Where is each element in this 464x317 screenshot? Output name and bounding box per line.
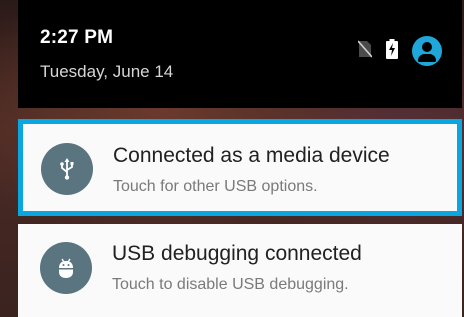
notification-usb-debugging[interactable]: USB debugging connected Touch to disable… bbox=[18, 224, 462, 317]
notification-shade-header: 2:27 PM Tuesday, June 14 bbox=[18, 0, 462, 108]
battery-charging-icon bbox=[386, 38, 398, 64]
status-icons bbox=[344, 34, 442, 68]
usb-icon bbox=[41, 143, 93, 195]
notification-usb-media[interactable]: Connected as a media device Touch for ot… bbox=[18, 119, 462, 216]
clock-time: 2:27 PM bbox=[40, 27, 114, 48]
notification-title: USB debugging connected bbox=[112, 242, 362, 265]
notification-text: Touch to disable USB debugging. bbox=[112, 276, 349, 293]
account-icon[interactable] bbox=[412, 36, 442, 66]
current-date: Tuesday, June 14 bbox=[40, 62, 174, 81]
no-sim-icon bbox=[357, 39, 373, 63]
android-debug-icon bbox=[40, 242, 92, 294]
notification-title: Connected as a media device bbox=[113, 144, 390, 167]
notification-text: Touch for other USB options. bbox=[113, 178, 318, 195]
